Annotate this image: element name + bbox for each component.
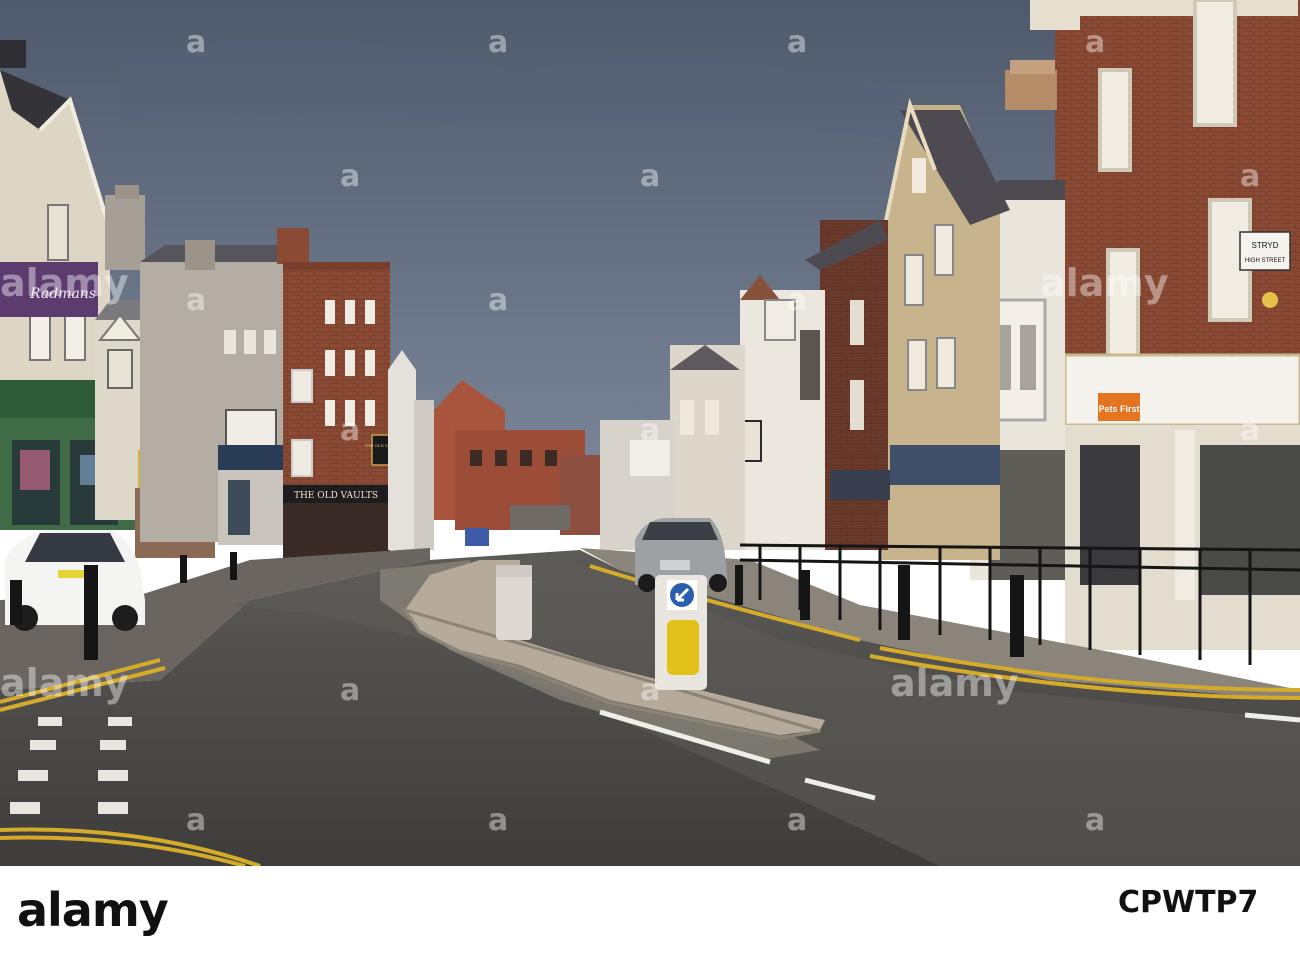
old-vaults-fascia-text: THE OLD VAULTS bbox=[294, 491, 378, 501]
street-name-sign bbox=[1239, 231, 1291, 271]
svg-text:a: a bbox=[1240, 159, 1260, 194]
svg-text:a: a bbox=[340, 413, 360, 448]
svg-text:alamy: alamy bbox=[0, 661, 129, 705]
svg-text:alamy: alamy bbox=[1040, 261, 1169, 305]
svg-text:a: a bbox=[340, 673, 360, 708]
pets-first-sign-text: Pets First bbox=[1098, 404, 1139, 414]
keep-left-bollard-rear bbox=[496, 565, 532, 640]
svg-text:a: a bbox=[186, 283, 206, 318]
svg-text:alamy: alamy bbox=[890, 661, 1019, 705]
svg-text:a: a bbox=[640, 413, 660, 448]
svg-text:a: a bbox=[488, 25, 508, 60]
svg-text:a: a bbox=[488, 283, 508, 318]
image-id: CPWTP7 bbox=[1118, 885, 1259, 920]
street-sign-top: STRYD bbox=[1252, 241, 1279, 250]
alamy-logo[interactable]: alamy bbox=[17, 883, 169, 937]
svg-text:a: a bbox=[1085, 803, 1105, 838]
svg-text:a: a bbox=[787, 25, 807, 60]
svg-text:alamy: alamy bbox=[0, 261, 129, 305]
white-car bbox=[5, 530, 145, 631]
svg-text:a: a bbox=[186, 803, 206, 838]
stock-footer bbox=[0, 866, 1300, 956]
svg-text:a: a bbox=[1085, 25, 1105, 60]
svg-text:a: a bbox=[488, 803, 508, 838]
keep-left-bollard-front bbox=[655, 575, 707, 690]
svg-text:a: a bbox=[640, 159, 660, 194]
street-photo: Radmans THE OLD VAULTS THE OLD VAULTS ST… bbox=[0, 0, 1300, 866]
svg-text:a: a bbox=[1240, 413, 1260, 448]
svg-text:a: a bbox=[186, 25, 206, 60]
svg-text:a: a bbox=[787, 803, 807, 838]
svg-text:a: a bbox=[340, 159, 360, 194]
svg-text:a: a bbox=[640, 673, 660, 708]
street-sign-bottom: HIGH STREET bbox=[1245, 258, 1286, 264]
svg-text:a: a bbox=[787, 283, 807, 318]
